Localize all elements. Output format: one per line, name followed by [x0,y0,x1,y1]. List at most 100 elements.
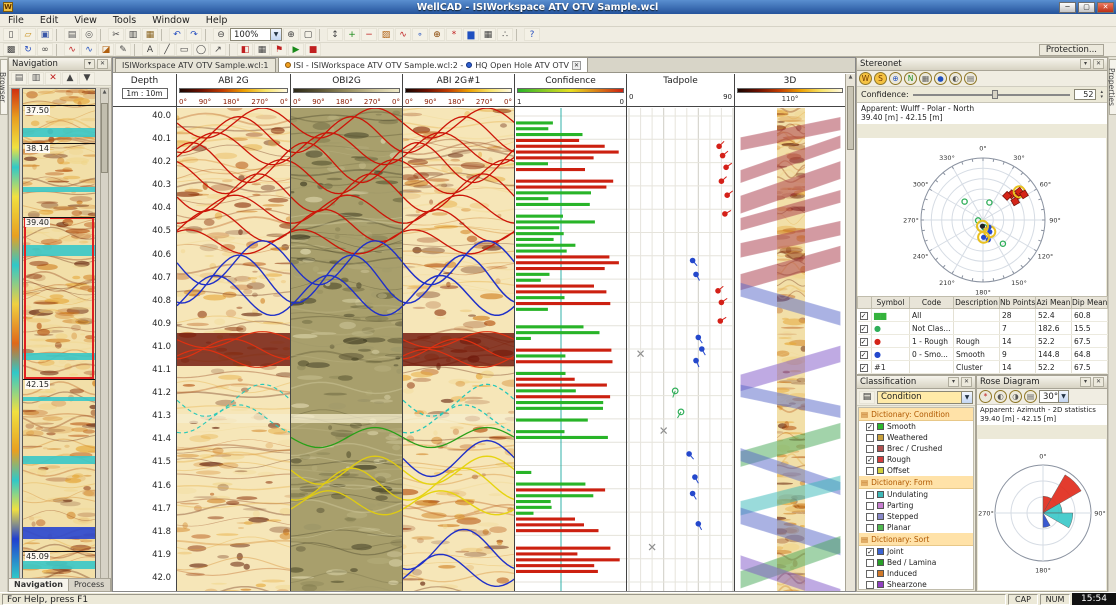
toolbar-icon[interactable] [229,44,234,56]
obi2g-image[interactable] [291,108,402,591]
panel-menu-icon[interactable]: ▾ [1080,377,1091,387]
toolbar-icon[interactable]: ▥ [125,28,141,41]
protection-button[interactable]: Protection... [1039,44,1104,56]
menu-item[interactable]: Window [144,14,197,27]
toolbar-icon[interactable]: ∞ [37,43,53,56]
track-title[interactable]: Depth [113,74,176,86]
rose-tool-icon[interactable]: ◑ [1009,390,1022,403]
toolbar-icon[interactable]: ◪ [98,43,114,56]
stereonet-tool-icon[interactable]: N [904,72,917,85]
toolbar-icon[interactable] [56,44,61,56]
toolbar-icon[interactable]: ⊕ [283,28,299,41]
rose-tool-icon[interactable]: ◐ [994,390,1007,403]
confidence-value-field[interactable]: 52 [1074,89,1096,100]
toolbar-icon[interactable]: ✕ [45,72,61,85]
toolbar-icon[interactable]: ⊕ [429,28,445,41]
table-header[interactable]: Nb Points [1000,297,1036,309]
row-checkbox[interactable]: ✓ [860,312,868,320]
dictionary-combobox[interactable]: Condition ▼ [877,391,973,404]
item-checkbox[interactable] [866,491,874,499]
toolbar-icon[interactable] [100,29,105,41]
zoom-combobox[interactable]: 100% ▼ [230,28,282,41]
rose-tool-icon[interactable]: ▤ [1024,390,1037,403]
stereonet-plot[interactable]: 0°30°60°90°120°150°180°210°240°270°300°3… [858,138,1106,298]
toolbar-icon[interactable]: ↻ [20,43,36,56]
toolbar-icon[interactable]: ∿ [395,28,411,41]
rose-plot[interactable]: 0°90°180°270° [978,439,1106,590]
abi2g1-image[interactable] [403,108,514,591]
track-title[interactable]: OBI2G [291,74,402,86]
classification-item[interactable]: Stepped [859,511,973,522]
classification-item[interactable]: ✓ Joint [859,546,973,557]
toolbar-icon[interactable]: − [361,28,377,41]
navigation-selection-rect[interactable] [24,217,94,379]
toolbar-icon[interactable]: ▶ [288,43,304,56]
menu-item[interactable]: Edit [32,14,66,27]
tab-navigation[interactable]: Navigation [9,579,69,591]
table-header[interactable]: Azi Mean [1036,297,1072,309]
confidence-plot[interactable] [515,108,626,591]
item-checkbox[interactable] [866,502,874,510]
toolbar-icon[interactable]: + [344,28,360,41]
track-title[interactable]: ABI 2G [177,74,290,86]
menu-item[interactable]: File [0,14,32,27]
classification-item[interactable]: ✓ Smooth [859,421,973,432]
panel-menu-icon[interactable]: ▾ [1080,59,1091,69]
stereonet-tool-icon[interactable]: ● [934,72,947,85]
track-title[interactable]: Confidence [515,74,626,86]
toolbar-icon[interactable]: ◧ [237,43,253,56]
stereonet-tool-icon[interactable]: ▤ [964,72,977,85]
toolbar-icon[interactable]: ◯ [193,43,209,56]
toolbar-icon[interactable]: ∿ [64,43,80,56]
stereonet-tool-icon[interactable]: ◐ [949,72,962,85]
panel-menu-icon[interactable]: ▾ [948,377,959,387]
toolbar-icon[interactable]: ╱ [159,43,175,56]
toolbar-icon[interactable]: A [142,43,158,56]
close-button[interactable]: ✕ [1097,2,1114,13]
tadpole-plot[interactable] [627,108,734,591]
classification-item[interactable]: ✓ Rough [859,454,973,465]
document-tab-1[interactable]: ISIWorkspace ATV OTV Sample.wcl:1 [115,58,276,72]
navigation-log-thumbnail[interactable]: 37.50 38.14 39.40 42.15 45.09 [22,88,96,579]
panel-close-icon[interactable]: ✕ [1093,377,1104,387]
toolbar-icon[interactable]: ✎ [115,43,131,56]
navigation-scrollbar[interactable]: ▲ [100,88,109,579]
toolbar-icon[interactable]: ▆ [463,28,479,41]
toolbar-icon[interactable] [134,44,139,56]
stereonet-tool-icon[interactable]: ⊕ [889,72,902,85]
table-header[interactable]: Dip Mean [1072,297,1108,309]
item-checkbox[interactable] [866,581,874,589]
classification-item[interactable]: Brec / Crushed [859,443,973,454]
toolbar-icon[interactable]: ▦ [142,28,158,41]
toolbar-icon[interactable]: ▥ [28,72,44,85]
track-title[interactable]: Tadpole [627,74,734,86]
table-header[interactable]: Symbol [872,297,910,309]
table-header[interactable]: Description [954,297,1000,309]
item-checkbox[interactable] [866,524,874,532]
item-checkbox[interactable] [866,570,874,578]
toolbar-icon[interactable]: ▲ [62,72,78,85]
toolbar-icon[interactable]: ✂ [108,28,124,41]
properties-dock-tab[interactable]: Properties [1109,59,1116,115]
chevron-down-icon[interactable]: ▼ [1058,391,1068,402]
item-checkbox[interactable]: ✓ [866,456,874,464]
track-title[interactable]: ABI 2G#1 [403,74,514,86]
toolbar-icon[interactable]: ▤ [64,28,80,41]
toolbar-icon[interactable]: ▱ [20,28,36,41]
row-checkbox[interactable]: ✓ [860,325,868,333]
toolbar-icon[interactable]: * [446,28,462,41]
minimize-button[interactable]: ─ [1059,2,1076,13]
toolbar-icon[interactable] [56,29,61,41]
classification-item[interactable]: Offset [859,465,973,476]
toolbar-icon[interactable]: ▭ [176,43,192,56]
sector-angle-combobox[interactable]: 30° ▼ [1039,390,1069,403]
toolbar-icon[interactable]: ▤ [11,72,27,85]
stereonet-tool-icon[interactable]: ▦ [919,72,932,85]
toolbar-icon[interactable]: ⚑ [271,43,287,56]
row-checkbox[interactable]: ✓ [860,364,868,372]
toolbar-icon[interactable]: ◎ [81,28,97,41]
rose-tool-icon[interactable]: * [979,390,992,403]
classification-item[interactable]: Weathered [859,432,973,443]
item-checkbox[interactable] [866,559,874,567]
spin-down-icon[interactable]: ▾ [1100,95,1103,100]
